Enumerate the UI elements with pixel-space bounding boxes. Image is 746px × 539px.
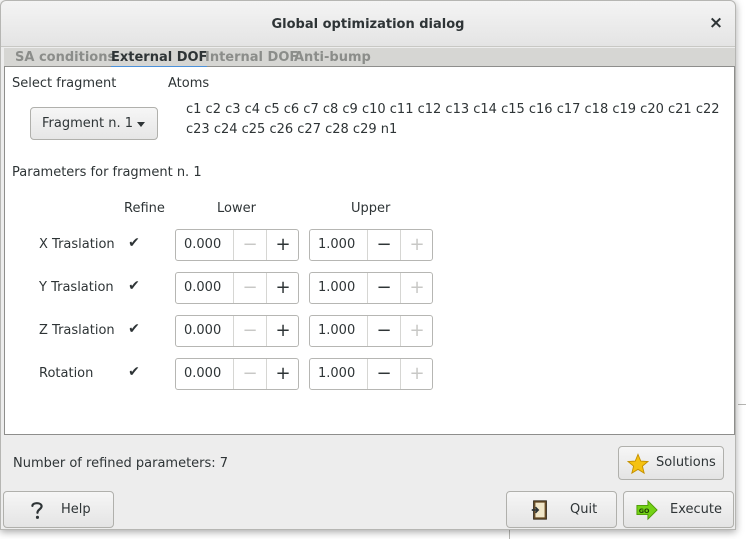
- atoms-label: Atoms: [168, 76, 210, 91]
- refine-checkbox[interactable]: ✔: [126, 321, 142, 337]
- decrement-button[interactable]: −: [367, 359, 400, 389]
- increment-button[interactable]: +: [266, 273, 299, 303]
- lower-value: 0.000: [184, 237, 222, 252]
- upper-spinbox[interactable]: 1.000 − +: [309, 358, 433, 390]
- lower-value: 0.000: [184, 323, 222, 338]
- fragment-dropdown-value: Fragment n. 1: [42, 116, 133, 131]
- atoms-list: c1 c2 c3 c4 c5 c6 c7 c8 c9 c10 c11 c12 c…: [186, 102, 720, 137]
- lower-value: 0.000: [184, 280, 222, 295]
- svg-text:GO: GO: [639, 507, 650, 515]
- refine-checkbox[interactable]: ✔: [126, 278, 142, 294]
- increment-button[interactable]: +: [266, 230, 299, 260]
- param-name: X Traslation: [39, 237, 115, 252]
- decrement-button[interactable]: −: [233, 273, 266, 303]
- upper-spinbox[interactable]: 1.000 − +: [309, 272, 433, 304]
- close-icon[interactable]: ×: [707, 14, 725, 32]
- help-label: Help: [61, 502, 91, 517]
- chevron-down-icon: [137, 122, 145, 127]
- background-window-edge: [738, 404, 746, 405]
- background-window-edge: [509, 530, 510, 539]
- refine-checkbox[interactable]: ✔: [126, 364, 142, 380]
- quit-label: Quit: [570, 502, 598, 517]
- refined-count-label: Number of refined parameters: 7: [13, 456, 229, 471]
- decrement-button[interactable]: −: [367, 316, 400, 346]
- increment-button[interactable]: +: [266, 316, 299, 346]
- decrement-button[interactable]: −: [233, 359, 266, 389]
- lower-spinbox[interactable]: 0.000 − +: [175, 272, 299, 304]
- lower-spinbox[interactable]: 0.000 − +: [175, 229, 299, 261]
- go-arrow-icon: GO: [636, 499, 658, 521]
- increment-button[interactable]: +: [266, 359, 299, 389]
- param-name: Rotation: [39, 366, 94, 381]
- upper-spinbox[interactable]: 1.000 − +: [309, 229, 433, 261]
- lower-spinbox[interactable]: 0.000 − +: [175, 315, 299, 347]
- param-name: Y Traslation: [39, 280, 114, 295]
- exit-door-icon: [531, 500, 547, 520]
- lower-spinbox[interactable]: 0.000 − +: [175, 358, 299, 390]
- external-dof-panel: Select fragment Atoms Fragment n. 1 c1 c…: [4, 67, 735, 435]
- help-button[interactable]: Help: [3, 491, 114, 528]
- upper-value: 1.000: [318, 280, 356, 295]
- solutions-button[interactable]: Solutions: [618, 446, 724, 480]
- execute-label: Execute: [670, 502, 722, 517]
- tab-sa-conditions[interactable]: SA conditions: [15, 50, 115, 65]
- tab-external-dof[interactable]: External DOF: [111, 50, 208, 68]
- solutions-label: Solutions: [656, 455, 716, 470]
- increment-button[interactable]: +: [400, 230, 433, 260]
- tab-bar: SA conditions External DOF Internal DOF …: [4, 48, 735, 68]
- upper-header: Upper: [351, 201, 391, 216]
- lower-value: 0.000: [184, 366, 222, 381]
- parameters-title: Parameters for fragment n. 1: [12, 165, 202, 180]
- increment-button[interactable]: +: [400, 359, 433, 389]
- global-optimization-dialog: Global optimization dialog × SA conditio…: [0, 0, 736, 530]
- param-name: Z Traslation: [39, 323, 115, 338]
- decrement-button[interactable]: −: [367, 273, 400, 303]
- quit-button[interactable]: Quit: [506, 491, 617, 528]
- select-fragment-label: Select fragment: [12, 76, 117, 91]
- decrement-button[interactable]: −: [367, 230, 400, 260]
- lower-header: Lower: [217, 201, 256, 216]
- upper-value: 1.000: [318, 237, 356, 252]
- title-bar: Global optimization dialog ×: [1, 1, 735, 47]
- tab-internal-dof[interactable]: Internal DOF: [205, 50, 298, 65]
- increment-button[interactable]: +: [400, 273, 433, 303]
- refine-checkbox[interactable]: ✔: [126, 235, 142, 251]
- tab-anti-bump[interactable]: Anti-bump: [294, 50, 371, 65]
- star-icon: [627, 453, 649, 475]
- upper-value: 1.000: [318, 366, 356, 381]
- window-title: Global optimization dialog: [271, 17, 465, 32]
- refine-header: Refine: [124, 201, 165, 216]
- upper-value: 1.000: [318, 323, 356, 338]
- increment-button[interactable]: +: [400, 316, 433, 346]
- decrement-button[interactable]: −: [233, 230, 266, 260]
- execute-button[interactable]: GO Execute: [623, 491, 734, 528]
- question-icon: [31, 502, 43, 519]
- decrement-button[interactable]: −: [233, 316, 266, 346]
- upper-spinbox[interactable]: 1.000 − +: [309, 315, 433, 347]
- fragment-dropdown[interactable]: Fragment n. 1: [30, 107, 158, 140]
